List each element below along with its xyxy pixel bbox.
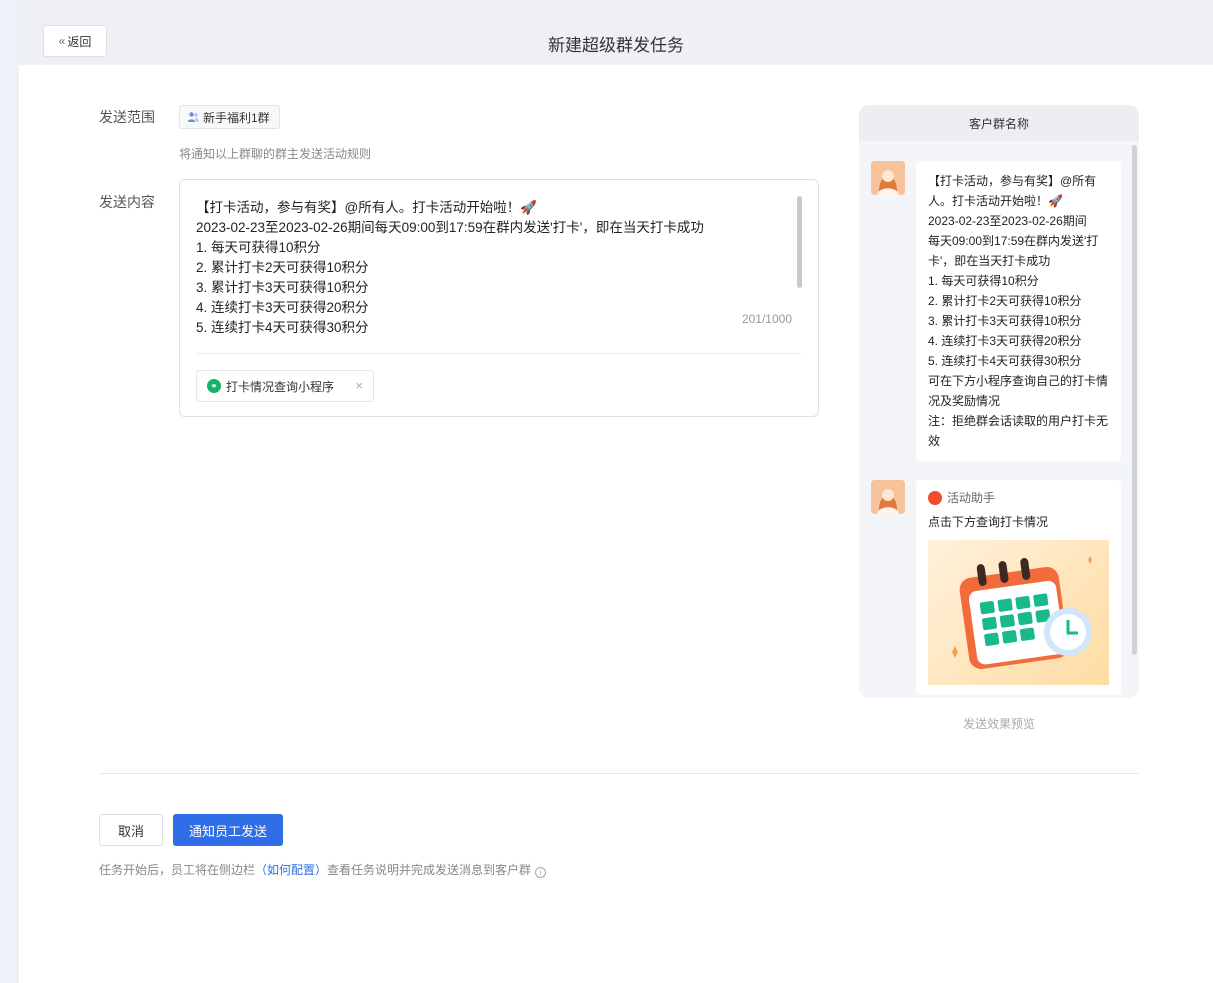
preview-line: 【打卡活动，参与有奖】@所有 — [928, 174, 1097, 188]
message-text[interactable]: 【打卡活动，参与有奖】@所有人。打卡活动开始啦！🚀 2023-02-23至2023… — [196, 198, 786, 338]
section-divider — [99, 773, 1139, 774]
message-line: 4. 连续打卡3天可获得20积分 — [196, 300, 369, 315]
preview-line: 卡'，即在当天打卡成功 — [928, 254, 1051, 268]
footer-note-before: 任务开始后，员工将在侧边栏 — [99, 863, 256, 877]
preview-line: 3. 累计打卡3天可获得10积分 — [928, 314, 1082, 328]
message-line: 2. 累计打卡2天可获得10积分 — [196, 260, 369, 275]
miniprogram-attachment[interactable]: ⚭ 打卡情况查询小程序 × — [196, 370, 374, 402]
editor-scrollbar[interactable] — [797, 196, 802, 288]
message-line: 1. 每天可获得10积分 — [196, 240, 321, 255]
preview-scrollbar[interactable] — [1132, 145, 1137, 655]
link-icon: ⚭ — [207, 379, 221, 393]
message-line: 5. 连续打卡4天可获得30积分 — [196, 320, 369, 335]
preview-line: 4. 连续打卡3天可获得20积分 — [928, 334, 1082, 348]
preview-group-name: 客户群名称 — [859, 105, 1139, 141]
preview-line: 2. 累计打卡2天可获得10积分 — [928, 294, 1082, 308]
page-title: 新建超级群发任务 — [548, 36, 684, 55]
scope-group-name: 新手福利1群 — [203, 110, 270, 125]
remove-attachment-icon[interactable]: × — [355, 378, 363, 393]
content-label: 发送内容 — [99, 194, 155, 210]
group-member-icon — [187, 112, 199, 122]
message-line: 【打卡活动，参与有奖】@所有人。打卡活动开始啦！🚀 — [196, 200, 538, 215]
page-frame: « 返回 新建超级群发任务 发送范围 新手福利1群 将通知以上群聊的群主发送活动… — [19, 2, 1213, 983]
message-editor[interactable]: 【打卡活动，参与有奖】@所有人。打卡活动开始啦！🚀 2023-02-23至2023… — [179, 179, 819, 417]
footer-note: 任务开始后，员工将在侧边栏（如何配置）查看任务说明并完成发送消息到客户群 i — [99, 861, 547, 878]
notify-staff-send-button[interactable]: 通知员工发送 — [173, 814, 283, 846]
preview-caption: 发送效果预览 — [962, 717, 1035, 731]
message-line: 2023-02-23至2023-02-26期间每天09:00到17:59在群内发… — [196, 220, 704, 235]
editor-divider — [196, 353, 802, 354]
preview-line: 况及奖励情况 — [928, 394, 1001, 408]
send-preview-panel: 客户群名称 【打卡活动，参与有奖】@所有 人。打卡活动开始啦！🚀 2023-02-2… — [859, 105, 1139, 698]
avatar — [871, 480, 905, 514]
calendar-illustration — [928, 540, 1109, 685]
miniprogram-name: 活动助手 — [947, 491, 996, 505]
footer-note-after: 查看任务说明并完成发送消息到客户群 — [327, 863, 532, 877]
avatar-icon — [871, 161, 905, 195]
preview-message-bubble: 【打卡活动，参与有奖】@所有 人。打卡活动开始啦！🚀 2023-02-23至2023… — [916, 161, 1121, 461]
preview-line: 5. 连续打卡4天可获得30积分 — [928, 354, 1082, 368]
preview-line: 可在下方小程序查询自己的打卡情 — [928, 374, 1109, 388]
scope-label: 发送范围 — [99, 109, 155, 125]
avatar-icon — [871, 480, 905, 514]
info-icon[interactable]: i — [535, 867, 547, 878]
avatar — [871, 161, 905, 195]
scope-group-tag[interactable]: 新手福利1群 — [179, 105, 280, 129]
scope-hint: 将通知以上群聊的群主发送活动规则 — [179, 147, 372, 161]
preview-line: 2023-02-23至2023-02-26期间 — [928, 214, 1087, 228]
miniprogram-logo-icon — [928, 491, 942, 505]
preview-line: 每天09:00到17:59在群内发送'打 — [928, 234, 1099, 248]
top-bar: « 返回 新建超级群发任务 — [19, 2, 1213, 65]
cancel-button[interactable]: 取消 — [99, 814, 163, 846]
char-counter: 201/1000 — [741, 312, 792, 326]
preview-line: 效 — [928, 434, 941, 448]
attachment-label: 打卡情况查询小程序 — [226, 379, 335, 394]
preview-miniprogram-card: 活动助手 点击下方查询打卡情况 — [916, 480, 1121, 695]
how-to-configure-link[interactable]: （如何配置） — [255, 863, 327, 877]
preview-line: 人。打卡活动开始啦！🚀 — [928, 194, 1063, 208]
miniprogram-description: 点击下方查询打卡情况 — [928, 515, 1049, 529]
preview-line: 1. 每天可获得10积分 — [928, 274, 1039, 288]
calendar-icon — [952, 556, 1092, 669]
preview-line: 注：拒绝群会话读取的用户打卡无 — [928, 414, 1109, 428]
message-line: 3. 累计打卡3天可获得10积分 — [196, 280, 369, 295]
